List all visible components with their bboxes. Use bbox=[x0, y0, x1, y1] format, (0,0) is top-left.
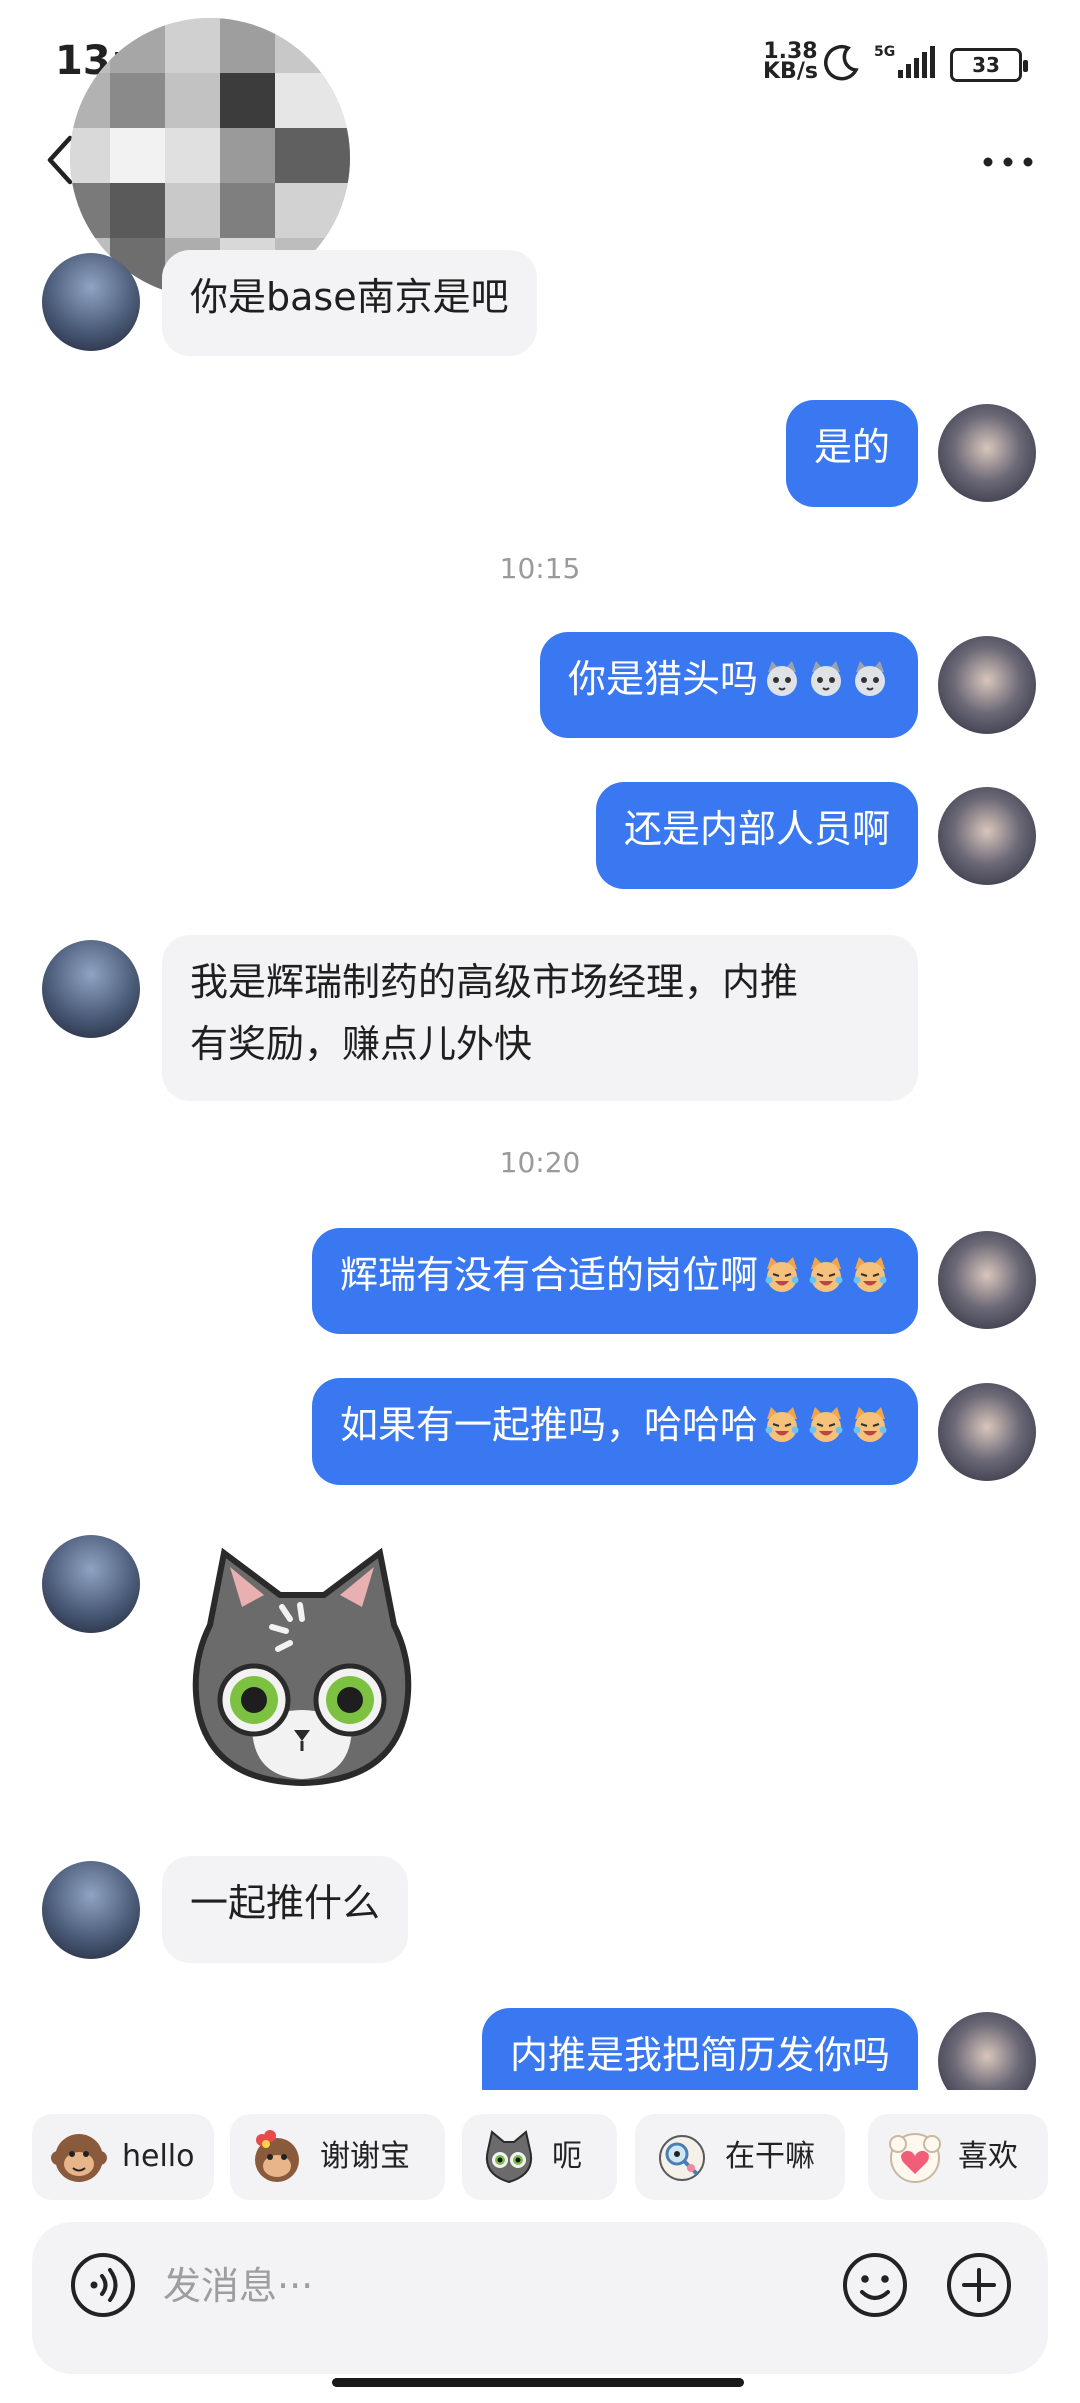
sent-message-bubble[interactable]: 你是猎头吗 bbox=[539, 632, 918, 738]
laughing-cat-emoji-icon bbox=[765, 1407, 799, 1442]
cat-face-emoji-icon bbox=[855, 661, 885, 696]
received-message-bubble[interactable]: 一起推什么 bbox=[162, 1856, 409, 1963]
laughing-cat-emoji-icon bbox=[809, 1257, 843, 1292]
quick-reply-label: 喜欢 bbox=[958, 2139, 1018, 2174]
gray-cat-sticker[interactable] bbox=[182, 1545, 422, 1790]
message-timestamp: 10:20 bbox=[499, 1146, 581, 1179]
signal-5g-icon: 5G bbox=[874, 44, 935, 78]
contact-avatar[interactable] bbox=[42, 940, 140, 1038]
laughing-cat-emoji-icon bbox=[765, 1257, 799, 1292]
cat-face-emoji-icon bbox=[811, 661, 841, 696]
quick-reply-thanks[interactable]: 谢谢宝 bbox=[230, 2114, 445, 2200]
network-speed-unit: KB/s bbox=[763, 59, 818, 84]
do-not-disturb-moon-icon bbox=[824, 44, 859, 81]
quick-reply-like[interactable]: 喜欢 bbox=[868, 2114, 1048, 2200]
voice-input-icon[interactable] bbox=[68, 2250, 138, 2320]
quick-reply-hello[interactable]: hello bbox=[32, 2114, 214, 2200]
my-avatar[interactable] bbox=[938, 787, 1036, 885]
more-options-icon[interactable] bbox=[982, 155, 1034, 169]
my-avatar[interactable] bbox=[938, 636, 1036, 734]
emoji-picker-icon[interactable] bbox=[840, 2250, 910, 2320]
battery-level: 33 bbox=[972, 53, 1000, 77]
quick-reply-label: 呃 bbox=[552, 2139, 582, 2174]
quick-reply-label: 谢谢宝 bbox=[320, 2139, 410, 2174]
quick-reply-label: 在干嘛 bbox=[725, 2139, 815, 2174]
monkey-flower-icon bbox=[255, 2130, 299, 2182]
sent-message-bubble[interactable]: 是的 bbox=[785, 400, 918, 507]
my-avatar[interactable] bbox=[938, 2012, 1036, 2090]
laughing-cat-emoji-icon bbox=[853, 1407, 887, 1442]
my-avatar[interactable] bbox=[938, 1383, 1036, 1481]
network-type: 5G bbox=[874, 44, 895, 60]
received-message-bubble[interactable]: 你是base南京是吧 bbox=[162, 250, 537, 356]
contact-avatar[interactable] bbox=[42, 253, 140, 351]
quick-reply-uh[interactable]: 呃 bbox=[462, 2114, 617, 2200]
cat-icon bbox=[486, 2130, 532, 2184]
sent-message-bubble[interactable]: 还是内部人员啊 bbox=[595, 782, 918, 889]
message-text: 辉瑞有没有合适的岗位啊 bbox=[339, 1253, 758, 1297]
sheep-heart-icon bbox=[889, 2133, 941, 2183]
message-text-line: 我是辉瑞制药的高级市场经理，内推 bbox=[190, 960, 799, 1004]
contact-avatar[interactable] bbox=[42, 1861, 140, 1959]
message-row-clipped: 内推是我把简历发你吗 bbox=[0, 1990, 1080, 2090]
magnifier-character-icon bbox=[659, 2135, 705, 2181]
sent-message-bubble[interactable]: 如果有一起推吗，哈哈哈 bbox=[311, 1378, 918, 1485]
cat-face-emoji-icon bbox=[767, 661, 797, 696]
message-text: 你是猎头吗 bbox=[567, 657, 758, 701]
add-attachment-icon[interactable] bbox=[944, 2250, 1014, 2320]
quick-reply-label: hello bbox=[122, 2139, 195, 2174]
monkey-icon bbox=[51, 2134, 107, 2182]
message-text: 如果有一起推吗，哈哈哈 bbox=[339, 1403, 758, 1447]
network-speed: 1.38 KB/s bbox=[763, 41, 818, 84]
home-indicator[interactable] bbox=[332, 2378, 744, 2387]
laughing-cat-emoji-icon bbox=[809, 1407, 843, 1442]
sent-message-bubble[interactable]: 内推是我把简历发你吗 bbox=[481, 2008, 918, 2090]
laughing-cat-emoji-icon bbox=[853, 1257, 887, 1292]
my-avatar[interactable] bbox=[938, 1231, 1036, 1329]
message-text-line: 有奖励，赚点儿外快 bbox=[190, 1022, 533, 1066]
quick-reply-what-doing[interactable]: 在干嘛 bbox=[635, 2114, 845, 2200]
message-timestamp: 10:15 bbox=[499, 552, 581, 585]
my-avatar[interactable] bbox=[938, 404, 1036, 502]
sent-message-bubble[interactable]: 辉瑞有没有合适的岗位啊 bbox=[311, 1228, 918, 1334]
contact-avatar[interactable] bbox=[42, 1535, 140, 1633]
received-message-bubble[interactable]: 我是辉瑞制药的高级市场经理，内推 有奖励，赚点儿外快 bbox=[162, 935, 918, 1101]
battery-icon: 33 bbox=[950, 48, 1028, 82]
message-input[interactable]: 发消息··· bbox=[163, 2258, 313, 2314]
